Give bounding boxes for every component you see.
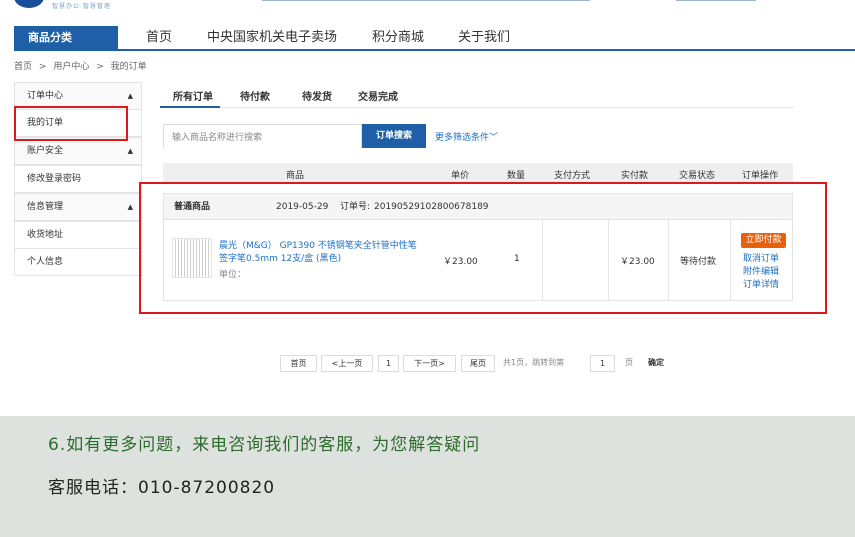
sidebar-item-label: 个人信息 bbox=[27, 257, 64, 267]
footer-question-text: 6.如有更多问题，来电咨询我们的客服，为您解答疑问 bbox=[48, 435, 481, 455]
tab-completed[interactable]: 交易完成 bbox=[358, 88, 398, 103]
column-header-quantity: 数量 bbox=[507, 171, 526, 181]
column-header-unit-price: 单价 bbox=[451, 171, 470, 181]
site-logo[interactable] bbox=[14, 0, 44, 8]
breadcrumb-separator: > bbox=[96, 62, 104, 72]
tab-pending-shipment[interactable]: 待发货 bbox=[302, 88, 332, 103]
collapse-caret-icon: ▲ bbox=[127, 92, 133, 100]
column-header-order-actions: 订单操作 bbox=[742, 171, 779, 181]
pagination-jump-input[interactable]: 1 bbox=[590, 355, 615, 372]
pagination-page-1[interactable]: 1 bbox=[378, 355, 399, 372]
nav-item-home[interactable]: 首页 bbox=[146, 28, 172, 48]
nav-category-button[interactable]: 商品分类 bbox=[14, 26, 118, 50]
column-header-paid-amount: 实付款 bbox=[621, 171, 649, 181]
breadcrumb-my-orders[interactable]: 我的订单 bbox=[111, 62, 147, 72]
sidebar-item-personal-info[interactable]: 个人信息 bbox=[14, 248, 142, 276]
sidebar-item-label: 修改登录密码 bbox=[27, 174, 82, 184]
highlight-box-my-orders bbox=[14, 106, 128, 141]
more-filters-link[interactable]: 更多筛选条件﹀ bbox=[435, 130, 498, 143]
column-header-payment-method: 支付方式 bbox=[554, 171, 591, 181]
tab-all-orders[interactable]: 所有订单 bbox=[173, 88, 213, 103]
tab-pending-payment[interactable]: 待付款 bbox=[240, 88, 270, 103]
sidebar-group-label: 账户安全 bbox=[27, 146, 64, 156]
footer-phone-text: 客服电话：010-87200820 bbox=[48, 478, 276, 498]
order-search-field bbox=[163, 124, 362, 149]
column-header-trade-status: 交易状态 bbox=[679, 171, 716, 181]
pagination-confirm-button[interactable]: 确定 bbox=[648, 355, 664, 372]
highlight-box-order bbox=[139, 182, 827, 314]
sidebar-group-info-management[interactable]: 信息管理 ▲ bbox=[14, 193, 142, 221]
sidebar-item-label: 收货地址 bbox=[27, 230, 64, 240]
nav-item-central-mall[interactable]: 中央国家机关电子卖场 bbox=[207, 28, 337, 48]
order-search-button[interactable]: 订单搜索 bbox=[362, 124, 426, 148]
order-search-input[interactable] bbox=[164, 127, 361, 149]
breadcrumb-home[interactable]: 首页 bbox=[14, 62, 32, 72]
pagination-last-button[interactable]: 尾页 bbox=[461, 355, 495, 372]
pagination-next-button[interactable]: 下一页> bbox=[403, 355, 456, 372]
sidebar-group-account-security[interactable]: 账户安全 ▲ bbox=[14, 137, 142, 165]
pagination-first-button[interactable]: 首页 bbox=[280, 355, 317, 372]
nav-underline bbox=[14, 49, 855, 51]
tab-active-indicator bbox=[160, 106, 220, 108]
sidebar-group-label: 订单中心 bbox=[27, 91, 64, 101]
more-filters-label: 更多筛选条件 bbox=[435, 133, 490, 143]
logo-tagline: 智慧办公 智慧管理 bbox=[52, 3, 111, 10]
column-header-product: 商品 bbox=[286, 171, 305, 181]
collapse-caret-icon: ▲ bbox=[127, 147, 133, 155]
nav-item-points-mall[interactable]: 积分商城 bbox=[372, 28, 424, 48]
chevron-down-icon: ﹀ bbox=[489, 133, 499, 143]
sidebar-item-change-password[interactable]: 修改登录密码 bbox=[14, 165, 142, 193]
pagination-page-unit: 页 bbox=[625, 358, 633, 367]
header-button-edge bbox=[676, 0, 756, 1]
sidebar-group-label: 信息管理 bbox=[27, 202, 64, 212]
nav-item-about-us[interactable]: 关于我们 bbox=[458, 28, 510, 48]
collapse-caret-icon: ▲ bbox=[127, 203, 133, 211]
sidebar-item-shipping-address[interactable]: 收货地址 bbox=[14, 221, 142, 249]
tabs-divider bbox=[160, 107, 794, 108]
breadcrumb-user-center[interactable]: 用户中心 bbox=[53, 62, 89, 72]
header-search-bar-edge bbox=[262, 0, 590, 1]
pagination-prev-button[interactable]: <上一页 bbox=[321, 355, 373, 372]
breadcrumb-separator: > bbox=[38, 62, 47, 72]
order-table-header: 商品 单价 数量 支付方式 实付款 交易状态 订单操作 bbox=[163, 163, 793, 183]
breadcrumb: 首页 > 用户中心 > 我的订单 bbox=[14, 59, 151, 72]
pagination-total-text: 共1页，跳转到第 bbox=[503, 358, 565, 367]
